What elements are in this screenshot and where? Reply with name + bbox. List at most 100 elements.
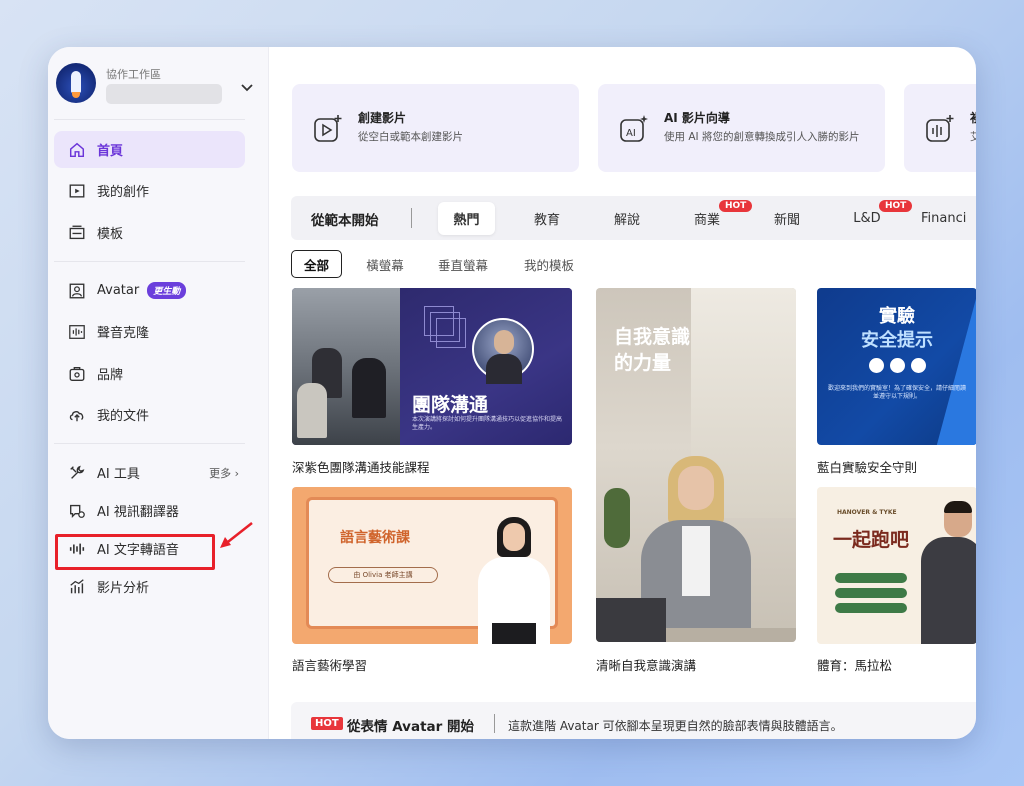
- sidebar-item-label: AI 工具: [97, 467, 140, 482]
- category-tabbar: 從範本開始 熱門 教育 解說 商業 HOT 新聞 L&D HOT Financi: [291, 196, 976, 240]
- hot-badge: HOT: [719, 200, 753, 212]
- svg-text:AI: AI: [626, 128, 636, 139]
- thumb-title: 安全提示: [861, 330, 933, 351]
- divider: [54, 119, 245, 120]
- rocket-flame: [72, 92, 80, 98]
- thumb-text: 歡迎來到我們的實驗室！為了確保安全，請仔細閱讀並遵守以下規則。: [827, 385, 966, 400]
- sidebar-item-brand[interactable]: 品牌: [54, 355, 245, 392]
- workspace-name-redacted: [106, 84, 222, 104]
- template-caption[interactable]: 深紫色團隊溝通技能課程: [292, 457, 430, 476]
- filter-portrait[interactable]: 垂直螢幕: [433, 250, 493, 278]
- more-link[interactable]: 更多 ›: [209, 465, 239, 481]
- avatar-icon: [67, 281, 87, 301]
- sidebar-item-label: 模板: [97, 227, 124, 242]
- sidebar-item-label: 品牌: [97, 368, 124, 383]
- sidebar-item-label: 影片分析: [97, 581, 150, 596]
- annotation-arrow: [220, 522, 253, 548]
- divider: [54, 261, 245, 262]
- sidebar-item-label: 我的創作: [97, 185, 150, 200]
- translate-icon: [67, 501, 87, 521]
- brand-icon: [67, 364, 87, 384]
- card-subtitle: 艾: [970, 131, 976, 143]
- chevron-down-icon[interactable]: [241, 81, 253, 95]
- workspace-avatar: [56, 63, 96, 103]
- card-title: AI 影片向導: [664, 111, 730, 125]
- new-badge: 更生動: [147, 282, 187, 299]
- main-content: 創建影片 從空白或範本創建影片 AI AI 影片向導 使用 AI 將您的創意轉換…: [269, 47, 976, 739]
- template-icon: [67, 223, 87, 243]
- sidebar-item-voice-clone[interactable]: 聲音克隆: [54, 313, 245, 350]
- divider: [494, 714, 495, 733]
- thumb-text: 本次演講將探討如何提升團隊溝通技巧以促進協作和提高生產力。: [412, 416, 563, 431]
- safety-icons: [869, 358, 926, 373]
- voice-wave-icon: [67, 322, 87, 342]
- banner-description: 這款進階 Avatar 可依腳本呈現更自然的臉部表情與肢體語言。: [508, 719, 843, 733]
- sidebar-item-label: 首頁: [97, 144, 124, 159]
- tools-icon: [67, 463, 87, 483]
- section-title: 從範本開始: [311, 213, 379, 229]
- meeting-photo: [292, 288, 400, 445]
- sidebar-item-home[interactable]: 首頁: [54, 131, 245, 168]
- filter-all[interactable]: 全部: [291, 250, 342, 278]
- highlight-box: [55, 534, 215, 570]
- create-video-card[interactable]: 創建影片 從空白或範本創建影片: [292, 84, 579, 172]
- sidebar-item-my-creations[interactable]: 我的創作: [54, 172, 245, 209]
- tab-news[interactable]: 新聞: [759, 202, 815, 235]
- template-thumb-language-arts[interactable]: 語言藝術課 由 Olivia 老師主講: [292, 487, 572, 644]
- voice-card[interactable]: 袓 艾: [904, 84, 976, 172]
- divider: [411, 208, 412, 228]
- thumb-title: 一起跑吧: [833, 529, 910, 551]
- template-thumb-marathon[interactable]: HANOVER & TYKE 一起跑吧: [817, 487, 976, 644]
- template-caption[interactable]: 體育：馬拉松: [817, 655, 892, 674]
- tab-explainer[interactable]: 解說: [599, 202, 655, 235]
- sidebar-item-templates[interactable]: 模板: [54, 214, 245, 251]
- template-thumb-team-communication[interactable]: 團隊溝通 本次演講將探討如何提升團隊溝通技巧以促進協作和提高生產力。: [292, 288, 572, 445]
- workspace-label: 協作工作區: [106, 68, 161, 81]
- sidebar-item-ai-tools[interactable]: AI 工具 更多 ›: [54, 454, 245, 491]
- expressive-avatar-banner[interactable]: HOT 從表情 Avatar 開始 這款進階 Avatar 可依腳本呈現更自然的…: [291, 702, 976, 739]
- sidebar-item-label: 聲音克隆: [97, 326, 150, 341]
- template-thumb-lab-safety[interactable]: 實驗 安全提示 歡迎來到我們的實驗室！為了確保安全，請仔細閱讀並遵守以下規則。: [817, 288, 976, 445]
- home-icon: [67, 140, 87, 160]
- thumb-title: 團隊溝通: [412, 394, 489, 416]
- analytics-icon: [67, 577, 87, 597]
- voice-add-icon: [926, 115, 954, 142]
- hot-badge: HOT: [311, 717, 343, 730]
- thumb-title: 語言藝術課: [340, 530, 410, 546]
- plant: [604, 488, 630, 548]
- divider: [54, 443, 245, 444]
- card-title: 創建影片: [358, 111, 407, 125]
- card-subtitle: 使用 AI 將您的創意轉換成引人入勝的影片: [664, 131, 860, 143]
- create-video-icon: [314, 115, 342, 142]
- tab-finance[interactable]: Financi: [911, 202, 976, 235]
- thumb-brand: HANOVER & TYKE: [837, 509, 897, 516]
- template-caption[interactable]: 藍白實驗安全守則: [817, 457, 917, 476]
- ai-video-wizard-card[interactable]: AI AI 影片向導 使用 AI 將您的創意轉換成引人入勝的影片: [598, 84, 885, 172]
- template-thumb-self-awareness[interactable]: 自我意識 的力量: [596, 288, 796, 642]
- banner-title: 從表情 Avatar 開始: [347, 719, 474, 735]
- workspace-switcher[interactable]: 協作工作區: [56, 63, 256, 107]
- thumb-pill: 由 Olivia 老師主講: [328, 567, 438, 583]
- sidebar: 協作工作區 首頁 我的創作 模板 Avatar 更生動 聲音克隆 品牌 我的文件…: [48, 47, 269, 739]
- tab-education[interactable]: 教育: [519, 202, 575, 235]
- thumb-title: 的力量: [614, 352, 672, 374]
- tab-hot[interactable]: 熱門: [438, 202, 495, 235]
- sidebar-item-label: Avatar: [97, 283, 140, 298]
- card-title: 袓: [970, 109, 976, 126]
- card-subtitle: 從空白或範本創建影片: [358, 131, 463, 143]
- filter-landscape[interactable]: 橫螢幕: [357, 250, 413, 278]
- sidebar-item-label: 我的文件: [97, 409, 150, 424]
- cloud-upload-icon: [67, 405, 87, 425]
- template-caption[interactable]: 語言藝術學習: [292, 655, 367, 674]
- rocket-icon: [71, 71, 81, 93]
- sidebar-item-avatar[interactable]: Avatar 更生動: [54, 272, 245, 309]
- sidebar-item-video-analytics[interactable]: 影片分析: [54, 568, 245, 605]
- presenter-figure: [921, 537, 976, 644]
- sidebar-item-my-files[interactable]: 我的文件: [54, 396, 245, 433]
- app-window: 協作工作區 首頁 我的創作 模板 Avatar 更生動 聲音克隆 品牌 我的文件…: [48, 47, 976, 739]
- ai-sparkle-icon: AI: [620, 115, 648, 142]
- video-play-icon: [67, 181, 87, 201]
- filter-my-templates[interactable]: 我的模板: [517, 250, 581, 278]
- template-caption[interactable]: 清晰自我意識演講: [596, 655, 696, 674]
- thumb-title: 自我意識: [614, 326, 691, 348]
